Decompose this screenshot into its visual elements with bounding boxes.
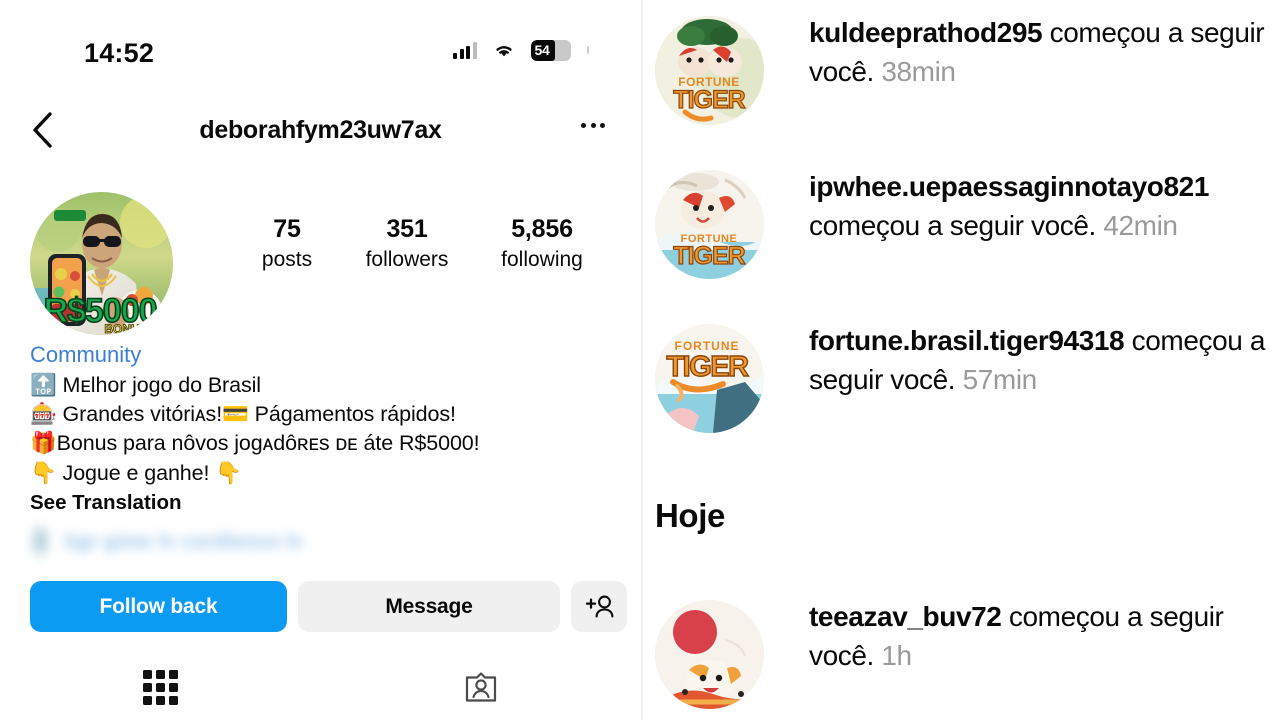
profile-tab-bar: [0, 660, 641, 720]
battery-nub: [586, 46, 589, 54]
profile-actions: Follow back Message: [30, 581, 627, 632]
notification-timestamp: 1h: [881, 639, 912, 671]
notification-text: teeazav_buv72 começou a seguir você. 1h: [764, 598, 1280, 676]
fortune-tiger-thumbnail: FORTUNE TIGER: [655, 16, 764, 125]
notification-username[interactable]: fortune.brasil.tiger94318: [809, 325, 1125, 356]
notifications-section-header: Hoje: [655, 497, 725, 534]
more-options-icon-dot3: [600, 122, 605, 128]
stat-followers[interactable]: 351 followers: [342, 215, 472, 273]
avatar[interactable]: FORTUNE TIGER: [655, 324, 764, 433]
notification-item[interactable]: FORTUNE TIGER kuldeeprathod295 começou a…: [641, 14, 1280, 125]
battery-level: 54: [534, 42, 550, 58]
stat-posts-label: posts: [261, 248, 313, 271]
stat-followers-label: followers: [365, 248, 449, 271]
svg-text:TIGER: TIGER: [666, 351, 749, 383]
notification-timestamp: 42min: [1103, 209, 1178, 241]
notification-username[interactable]: kuldeeprathod295: [809, 17, 1043, 48]
notification-username[interactable]: ipwhee.uepaessaginnotayo821: [809, 171, 1209, 202]
notification-item[interactable]: FORTUNE TIGER ipwhee.uepaessaginnotayo82…: [641, 168, 1280, 279]
stat-following-label: following: [501, 248, 583, 271]
notification-username[interactable]: teeazav_buv72: [809, 601, 1002, 632]
bio-external-link[interactable]: 🔗 tigr gime lv cordlence lv: [23, 524, 304, 559]
tab-posts[interactable]: [0, 660, 321, 720]
cellular-signal-icon: [453, 41, 477, 59]
bio-link-text: tigr gime lv cordlence lv: [64, 530, 304, 553]
bio-line-2: 🎰 Grandes vitóriᴀs!💳 Págamentos rápidos!: [30, 402, 456, 427]
notification-item[interactable]: FORTUNE TIGER fortune.brasil.tiger94318 …: [641, 322, 1280, 433]
link-icon: 🔗: [23, 524, 59, 560]
avatar[interactable]: FORTUNE TIGER: [655, 16, 764, 125]
stat-following[interactable]: 5,856 following: [472, 215, 612, 273]
avatar[interactable]: [655, 600, 764, 709]
status-time: 14:52: [84, 38, 155, 68]
follow-back-button[interactable]: Follow back: [30, 581, 287, 632]
panel-divider: [641, 0, 643, 720]
back-chevron-icon: [33, 112, 52, 148]
battery-icon: 54: [530, 39, 571, 61]
notification-text: fortune.brasil.tiger94318 começou a segu…: [764, 322, 1280, 400]
fortune-tiger-thumbnail: [655, 600, 764, 709]
avatar-image: R$5000 BONUS: [30, 192, 173, 335]
bio-category[interactable]: Community: [30, 342, 610, 369]
svg-text:TIGER: TIGER: [673, 242, 745, 270]
add-user-button[interactable]: [571, 581, 627, 632]
see-translation-button[interactable]: See Translation: [30, 491, 610, 515]
profile-stats: 75 posts 351 followers 5,856 following: [232, 215, 632, 273]
profile-bio: Community 🔝 Mᴇlhor jogo do Brasil 🎰 Gran…: [30, 342, 610, 515]
notification-action: começou a seguir você.: [809, 209, 1096, 241]
screenshot-root: 14:52 54 deborahfym23uw7ax R$5000 BONUS …: [0, 0, 1280, 720]
message-button[interactable]: Message: [298, 581, 560, 632]
fortune-tiger-thumbnail: FORTUNE TIGER: [655, 324, 764, 433]
grid-posts-icon: [142, 670, 178, 705]
notification-timestamp: 38min: [881, 55, 956, 87]
status-bar: 14:52 54: [0, 0, 641, 86]
profile-summary: R$5000 BONUS 75 posts 351 followers 5,85…: [0, 192, 641, 337]
fortune-tiger-thumbnail: FORTUNE TIGER: [655, 170, 764, 279]
back-button[interactable]: [16, 104, 68, 156]
bio-line-4: 👇 Jogue e ganhe! 👇: [30, 460, 242, 485]
stat-following-value: 5,856: [511, 215, 573, 243]
bio-line-3: 🎁Bonus para nôvos jogᴀdôʀᴇs ᴅᴇ áte R$500…: [30, 431, 480, 456]
avatar[interactable]: FORTUNE TIGER: [655, 170, 764, 279]
stat-followers-value: 351: [386, 215, 428, 243]
more-options-button[interactable]: [567, 104, 619, 156]
bio-line-1: 🔝 Mᴇlhor jogo do Brasil: [30, 372, 261, 397]
notification-timestamp: 57min: [962, 363, 1038, 395]
stat-posts-value: 75: [273, 215, 301, 243]
more-options-icon-dot2: [590, 122, 596, 128]
notification-item[interactable]: teeazav_buv72 começou a seguir você. 1h: [641, 598, 1280, 709]
status-indicators: 54: [453, 38, 589, 62]
notification-text: kuldeeprathod295 começou a seguir você. …: [764, 14, 1280, 92]
add-user-icon: [585, 595, 613, 618]
avatar[interactable]: R$5000 BONUS: [30, 192, 173, 335]
profile-nav-header: deborahfym23uw7ax: [0, 104, 641, 166]
more-options-icon: [581, 122, 586, 128]
profile-panel: 14:52 54 deborahfym23uw7ax R$5000 BONUS …: [0, 0, 641, 720]
stat-posts[interactable]: 75 posts: [232, 215, 342, 273]
notification-text: ipwhee.uepaessaginnotayo821 começou a se…: [764, 168, 1280, 246]
wifi-icon: [495, 46, 512, 57]
svg-text:BONUS: BONUS: [104, 322, 147, 335]
tagged-photos-icon: [465, 672, 496, 702]
page-title: deborahfym23uw7ax: [199, 115, 442, 144]
tab-tagged[interactable]: [321, 660, 642, 720]
notifications-panel: FORTUNE TIGER kuldeeprathod295 começou a…: [641, 0, 1280, 720]
